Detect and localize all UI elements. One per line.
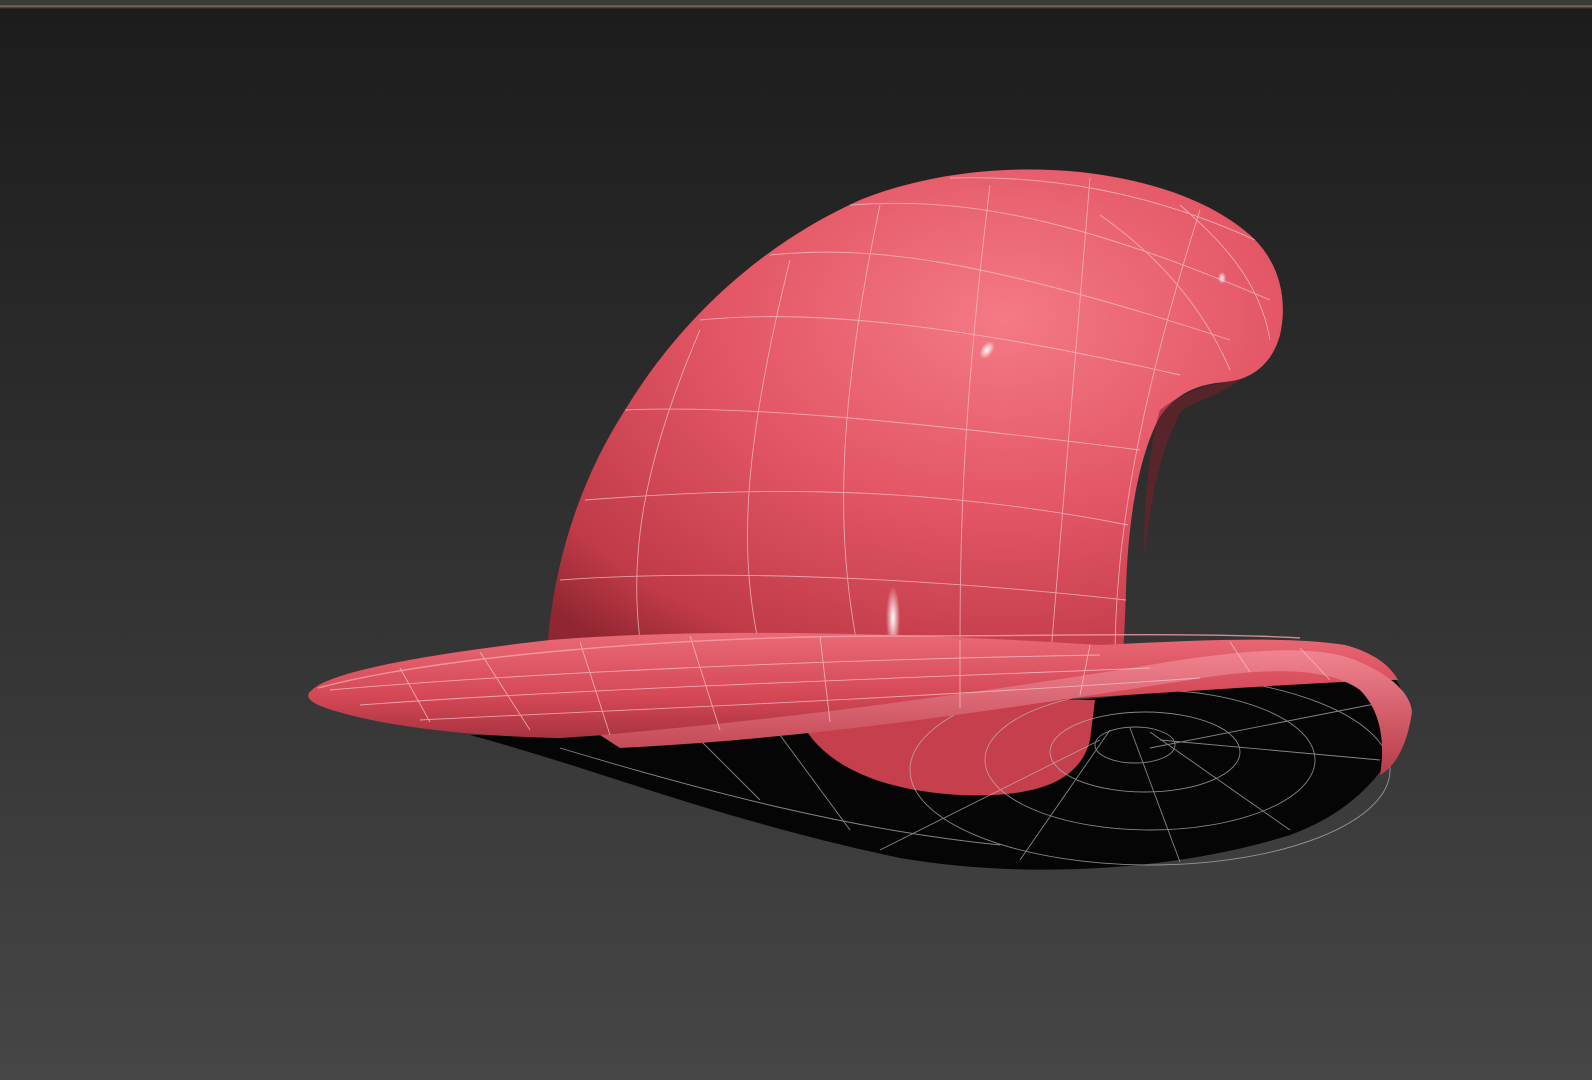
specular-highlight-tip [1218,272,1226,284]
3d-viewport[interactable] [0,0,1592,1080]
viewport-canvas[interactable] [0,0,1592,1080]
